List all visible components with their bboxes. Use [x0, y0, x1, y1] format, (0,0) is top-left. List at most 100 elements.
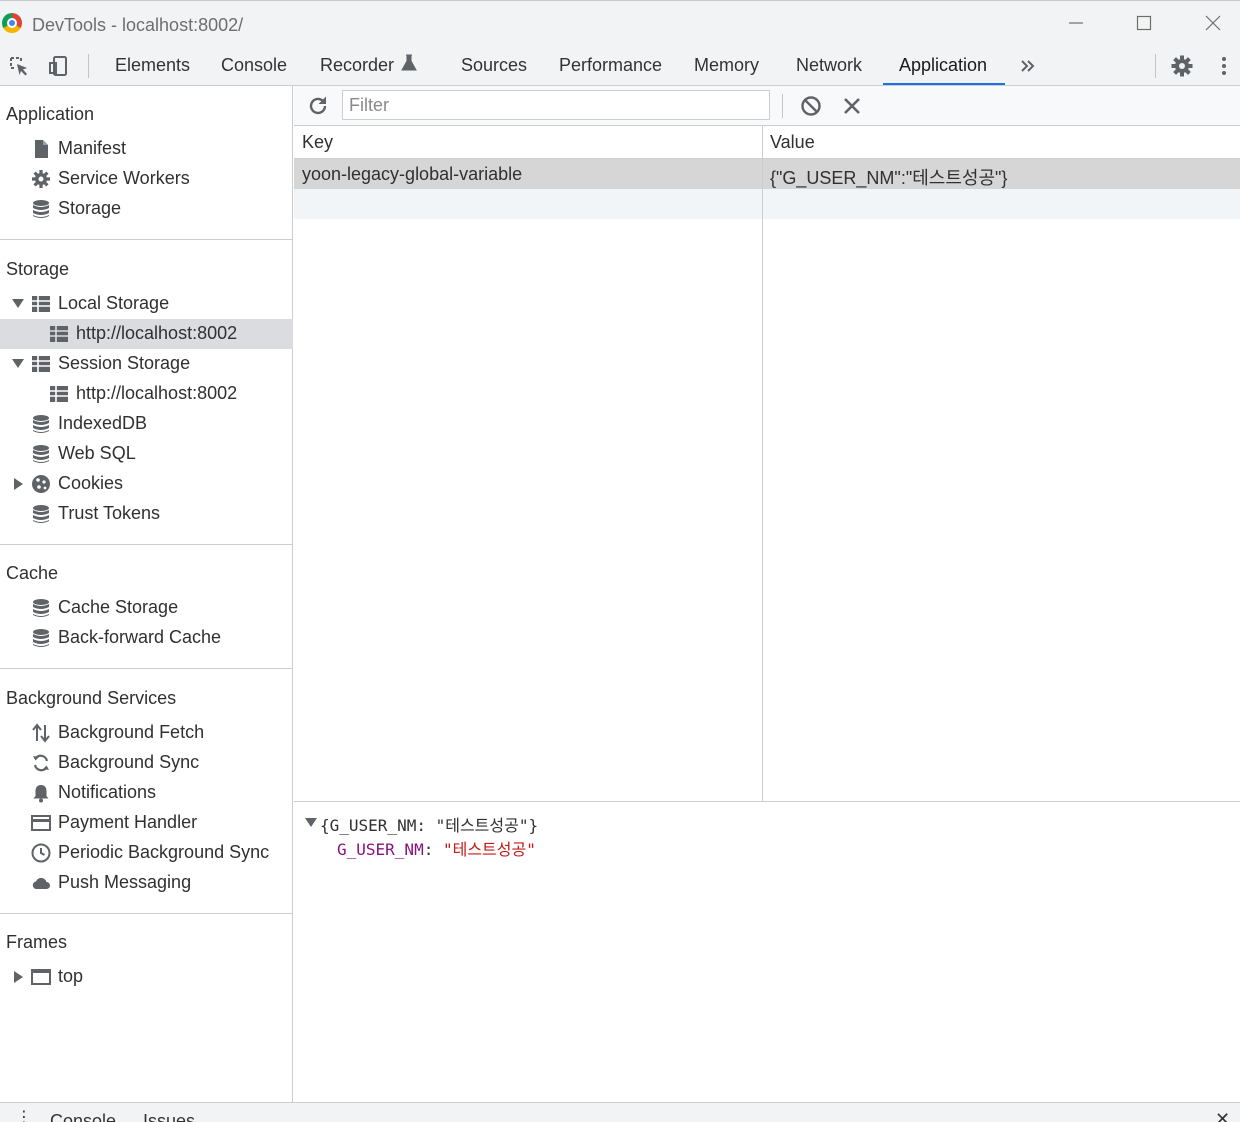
sidebar-item-background-fetch[interactable]: Background Fetch	[0, 718, 293, 748]
arrows-updown-icon	[32, 723, 50, 743]
title-bar: DevTools - localhost:8002/	[0, 0, 1240, 46]
collapse-triangle-icon[interactable]	[14, 478, 23, 490]
row-key[interactable]: yoon-legacy-global-variable	[302, 164, 522, 185]
preview-property-row[interactable]: G_USER_NM: "테스트성공"	[337, 836, 536, 860]
minimize-icon	[1069, 22, 1083, 24]
sync-icon	[33, 754, 49, 772]
gear-icon	[32, 170, 50, 188]
tab-memory[interactable]: Memory	[694, 46, 759, 85]
sidebar-item-label: Notifications	[58, 782, 157, 802]
table-grid-icon	[50, 386, 68, 402]
drawer-menu-icon[interactable]: ⋮	[16, 1107, 32, 1122]
sidebar-item-manifest[interactable]: Manifest	[0, 134, 293, 164]
database-icon	[33, 505, 49, 523]
sidebar-item-storage[interactable]: Storage	[0, 194, 293, 224]
close-window-button[interactable]	[1193, 9, 1233, 39]
key-value-table: Key Value yoon-legacy-global-variable {"…	[294, 126, 1240, 802]
more-options-kebab-icon[interactable]	[1212, 54, 1236, 78]
sidebar-item-notifications[interactable]: Notifications	[0, 778, 293, 808]
table-grid-icon	[32, 296, 50, 312]
sidebar-item-label: Local Storage	[58, 293, 170, 313]
frame-window-icon	[31, 969, 51, 985]
sidebar-item-frame-top[interactable]: top	[0, 962, 293, 992]
toolbar-divider	[782, 94, 783, 118]
sidebar-item-cookies[interactable]: Cookies	[0, 469, 293, 499]
database-icon	[33, 200, 49, 218]
section-divider	[0, 913, 293, 914]
local-storage-view: Key Value yoon-legacy-global-variable {"…	[294, 86, 1240, 1102]
collapse-triangle-icon[interactable]	[14, 971, 23, 983]
expand-triangle-icon[interactable]	[12, 359, 24, 368]
sidebar-item-local-storage-origin[interactable]: http://localhost:8002	[0, 319, 293, 349]
tab-sources[interactable]: Sources	[461, 46, 527, 85]
sidebar-item-session-storage[interactable]: Session Storage	[0, 349, 293, 379]
section-divider	[0, 239, 293, 240]
settings-gear-icon[interactable]	[1170, 54, 1194, 78]
column-divider	[762, 126, 763, 801]
section-title-application: Application	[6, 104, 95, 124]
sidebar-item-label: Back-forward Cache	[58, 627, 222, 647]
database-icon	[33, 629, 49, 647]
bell-icon	[33, 785, 49, 803]
sidebar-item-label: Background Fetch	[58, 722, 205, 742]
database-icon	[33, 599, 49, 617]
tab-performance[interactable]: Performance	[559, 46, 662, 85]
sidebar-item-service-workers[interactable]: Service Workers	[0, 164, 293, 194]
tab-application[interactable]: Application	[882, 46, 1006, 85]
tab-network[interactable]: Network	[796, 46, 862, 85]
device-toolbar-icon[interactable]	[47, 54, 71, 78]
expand-triangle-icon[interactable]	[12, 299, 24, 308]
tab-recorder[interactable]: Recorder	[320, 46, 417, 85]
tab-elements[interactable]: Elements	[115, 46, 190, 85]
toolbar-divider	[88, 54, 89, 78]
maximize-button[interactable]	[1124, 9, 1164, 39]
more-tabs-chevron-icon[interactable]	[1016, 54, 1040, 78]
cookie-icon	[32, 475, 50, 493]
preview-object-summary[interactable]: {G_USER_NM: "테스트성공"}	[320, 812, 538, 836]
row-value[interactable]: {"G_USER_NM":"테스트성공"}	[770, 164, 1007, 190]
sidebar-item-indexeddb[interactable]: IndexedDB	[0, 409, 293, 439]
preview-summary-close: }	[528, 816, 539, 835]
tab-console[interactable]: Console	[221, 46, 287, 85]
sidebar-item-label: IndexedDB	[58, 413, 148, 433]
table-row[interactable]: yoon-legacy-global-variable {"G_USER_NM"…	[294, 159, 1240, 189]
chrome-logo-icon	[2, 13, 22, 33]
sidebar-item-push-messaging[interactable]: Push Messaging	[0, 868, 293, 898]
sidebar-item-local-storage[interactable]: Local Storage	[0, 289, 293, 319]
sidebar-item-session-storage-origin[interactable]: http://localhost:8002	[0, 379, 293, 409]
section-title-cache: Cache	[6, 563, 59, 583]
sidebar-item-web-sql[interactable]: Web SQL	[0, 439, 293, 469]
table-grid-icon	[32, 356, 50, 372]
section-title-background-services: Background Services	[6, 688, 177, 708]
sidebar-item-label: Cookies	[58, 473, 124, 493]
refresh-button[interactable]	[306, 94, 330, 118]
sidebar-item-cache-storage[interactable]: Cache Storage	[0, 593, 293, 623]
delete-selected-button[interactable]	[840, 94, 864, 118]
sidebar-item-trust-tokens[interactable]: Trust Tokens	[0, 499, 293, 529]
column-header-value[interactable]: Value	[770, 132, 815, 153]
value-preview-pane: {G_USER_NM: "테스트성공"} G_USER_NM: "테스트성공"	[294, 802, 1240, 1102]
filter-input[interactable]	[342, 90, 770, 120]
minimize-button[interactable]	[1056, 9, 1096, 39]
sidebar-item-label: Session Storage	[58, 353, 191, 373]
expand-triangle-icon[interactable]	[305, 818, 317, 827]
inspect-element-icon[interactable]	[7, 54, 31, 78]
sidebar-item-periodic-background-sync[interactable]: Periodic Background Sync	[0, 838, 293, 868]
sidebar-item-label: Background Sync	[58, 752, 200, 772]
flask-icon	[401, 54, 417, 71]
sidebar-item-back-forward-cache[interactable]: Back-forward Cache	[0, 623, 293, 653]
preview-property-separator: :	[423, 840, 443, 859]
column-header-key[interactable]: Key	[302, 132, 333, 153]
drawer-tab-issues[interactable]: Issues	[143, 1111, 195, 1122]
refresh-icon	[309, 96, 327, 115]
sidebar-item-payment-handler[interactable]: Payment Handler	[0, 808, 293, 838]
sidebar-item-label: Payment Handler	[58, 812, 198, 832]
drawer-close-icon[interactable]: ✕	[1215, 1109, 1230, 1122]
table-row-empty[interactable]	[294, 189, 1240, 219]
sidebar-item-label: Periodic Background Sync	[58, 842, 270, 862]
sidebar-item-label: Trust Tokens	[58, 503, 161, 523]
sidebar-item-label: http://localhost:8002	[76, 383, 238, 403]
drawer-tab-console[interactable]: Console	[50, 1111, 116, 1122]
clear-all-button[interactable]	[799, 94, 823, 118]
sidebar-item-background-sync[interactable]: Background Sync	[0, 748, 293, 778]
